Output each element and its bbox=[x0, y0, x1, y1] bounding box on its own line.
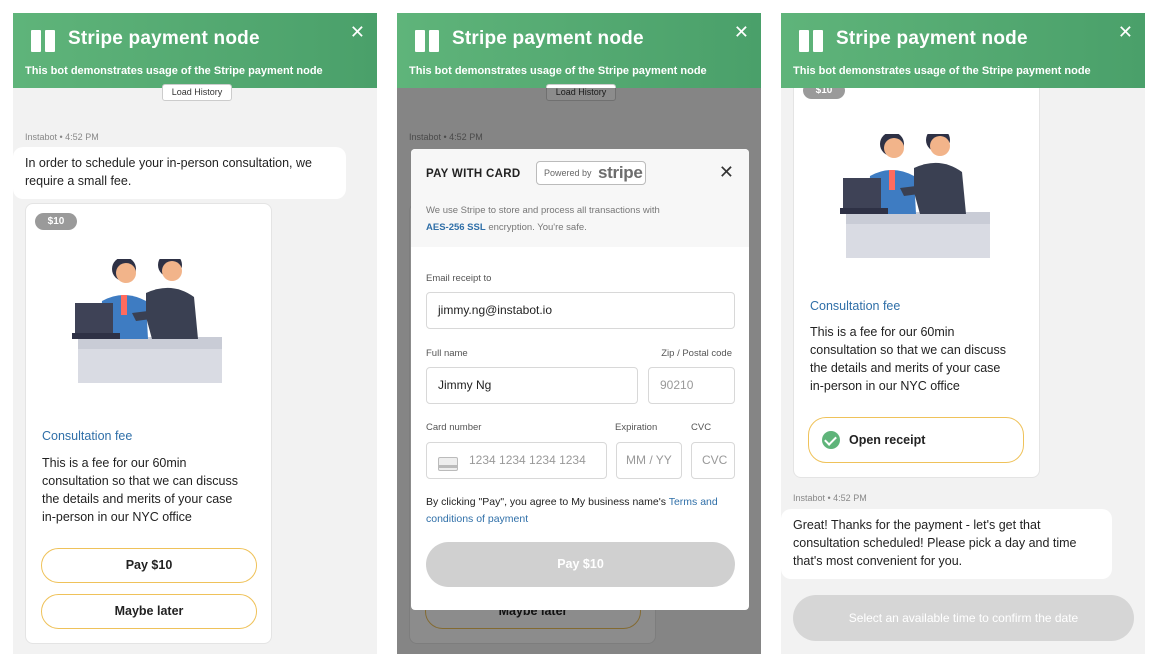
cvc-field[interactable]: CVC bbox=[691, 442, 735, 479]
product-card: $10 Consultation fee This is a fee for o… bbox=[793, 53, 1040, 478]
chat-panel-stripe-checkout: Stripe payment node This bot demonstrate… bbox=[397, 13, 761, 654]
modal-heading: PAY WITH CARD bbox=[426, 168, 521, 180]
close-icon[interactable]: ✕ bbox=[350, 22, 365, 43]
full-name-label: Full name bbox=[426, 348, 468, 359]
product-description: This is a fee for our 60min consultation… bbox=[810, 325, 1006, 393]
product-title: Consultation fee bbox=[810, 299, 901, 313]
instabot-logo-icon bbox=[799, 30, 825, 52]
business-meeting-illustration bbox=[840, 134, 990, 258]
expiration-label: Expiration bbox=[615, 422, 658, 433]
cvc-label: CVC bbox=[691, 422, 712, 433]
chat-panel-after-payment: $10 Consultation fee This is a fee for o… bbox=[781, 13, 1145, 654]
chat-header: Stripe payment node This bot demonstrate… bbox=[781, 13, 1145, 88]
card-number-label: Card number bbox=[426, 422, 482, 433]
message-meta: Instabot • 4:52 PM bbox=[793, 493, 867, 503]
email-field[interactable]: jimmy.ng@instabot.io bbox=[426, 292, 735, 329]
credit-card-icon bbox=[438, 457, 458, 471]
instabot-logo-icon bbox=[415, 30, 441, 52]
security-note: We use Stripe to store and process all t… bbox=[426, 205, 660, 233]
full-name-field[interactable]: Jimmy Ng bbox=[426, 367, 638, 404]
open-receipt-button[interactable]: Open receipt bbox=[808, 417, 1024, 463]
load-history-button[interactable]: Load History bbox=[162, 84, 232, 101]
stripe-pay-button[interactable]: Pay $10 bbox=[426, 542, 735, 587]
expiration-field[interactable]: MM / YY bbox=[616, 442, 682, 479]
email-label: Email receipt to bbox=[426, 273, 492, 284]
stripe-payment-modal: PAY WITH CARD Powered by stripe ✕ We use… bbox=[411, 149, 749, 610]
business-meeting-illustration bbox=[72, 259, 222, 383]
select-time-button[interactable]: Select an available time to confirm the … bbox=[793, 595, 1134, 641]
chat-panel-initial: Stripe payment node This bot demonstrate… bbox=[13, 13, 377, 654]
open-receipt-label: Open receipt bbox=[849, 433, 926, 447]
product-card: $10 Consultation fee This is a fee for o… bbox=[25, 203, 272, 644]
chat-subtitle: This bot demonstrates usage of the Strip… bbox=[409, 65, 707, 77]
chat-header: Stripe payment node This bot demonstrate… bbox=[397, 13, 761, 88]
message-meta: Instabot • 4:52 PM bbox=[25, 132, 99, 142]
close-icon[interactable]: ✕ bbox=[719, 162, 734, 183]
card-number-field[interactable]: 1234 1234 1234 1234 bbox=[426, 442, 607, 479]
powered-by-stripe-badge[interactable]: Powered by stripe bbox=[536, 161, 646, 185]
chat-subtitle: This bot demonstrates usage of the Strip… bbox=[25, 65, 323, 77]
zip-label: Zip / Postal code bbox=[661, 348, 732, 359]
zip-field[interactable]: 90210 bbox=[648, 367, 735, 404]
close-icon[interactable]: ✕ bbox=[1118, 22, 1133, 43]
stripe-logo: stripe bbox=[598, 163, 643, 182]
chat-title: Stripe payment node bbox=[452, 28, 644, 49]
card-number-placeholder: 1234 1234 1234 1234 bbox=[469, 453, 586, 467]
product-title: Consultation fee bbox=[42, 429, 133, 443]
maybe-later-button[interactable]: Maybe later bbox=[41, 594, 257, 629]
price-badge: $10 bbox=[35, 213, 77, 230]
pay-button[interactable]: Pay $10 bbox=[41, 548, 257, 583]
check-circle-icon bbox=[822, 431, 840, 449]
followup-message: Great! Thanks for the payment - let's ge… bbox=[781, 509, 1112, 579]
chat-header: Stripe payment node This bot demonstrate… bbox=[13, 13, 377, 88]
powered-by-label: Powered by bbox=[544, 168, 592, 178]
intro-message: In order to schedule your in-person cons… bbox=[13, 147, 346, 199]
chat-title: Stripe payment node bbox=[836, 28, 1028, 49]
instabot-logo-icon bbox=[31, 30, 57, 52]
close-icon[interactable]: ✕ bbox=[734, 22, 749, 43]
product-description: This is a fee for our 60min consultation… bbox=[42, 456, 238, 524]
chat-title: Stripe payment node bbox=[68, 28, 260, 49]
terms-text: By clicking "Pay", you agree to My busin… bbox=[426, 496, 718, 525]
chat-subtitle: This bot demonstrates usage of the Strip… bbox=[793, 65, 1091, 77]
